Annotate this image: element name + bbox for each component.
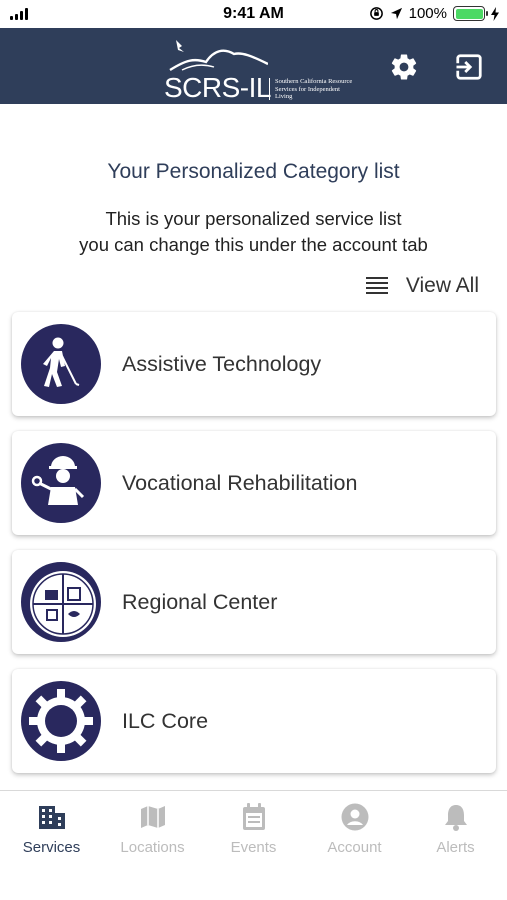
worker-with-wrench-icon — [21, 443, 101, 523]
status-bar: 9:41 AM 100% — [0, 0, 507, 28]
app-header: SCRS-IL Southern California Resource Ser… — [0, 28, 507, 104]
tab-label: Account — [327, 839, 382, 856]
view-all-button[interactable]: View All — [365, 274, 479, 298]
category-card-ilc-core[interactable]: ILC Core — [12, 669, 496, 773]
description-line-1: This is your personalized service list — [105, 208, 402, 229]
battery-icon — [453, 6, 488, 21]
tab-locations[interactable]: Locations — [102, 801, 203, 856]
page-title: Your Personalized Category list — [107, 160, 400, 183]
category-label: Vocational Rehabilitation — [122, 471, 358, 495]
mountain-bird-logo-icon — [169, 40, 268, 72]
charging-bolt-icon — [491, 6, 499, 21]
tab-label: Locations — [120, 839, 185, 856]
tab-account[interactable]: Account — [304, 801, 405, 856]
user-circle-icon — [341, 803, 368, 831]
scrs-il-logo: SCRS-IL Southern California Resource Ser… — [164, 36, 352, 103]
location-arrow-icon — [390, 7, 402, 20]
tab-services[interactable]: Services — [1, 801, 102, 856]
tab-label: Services — [22, 839, 81, 856]
category-label: ILC Core — [122, 709, 209, 733]
category-card-regional-center[interactable]: Regional Center — [12, 550, 496, 654]
tab-label: Alerts — [436, 839, 475, 856]
view-all-label: View All — [405, 274, 479, 297]
regional-center-seal-icon — [21, 562, 101, 642]
settings-button[interactable] — [387, 50, 421, 84]
map-icon — [140, 806, 165, 828]
page-description: This is your personalized service list y… — [0, 206, 507, 258]
category-label: Regional Center — [122, 590, 278, 614]
status-right: 100% — [369, 5, 499, 22]
description-line-2: you can change this under the account ta… — [79, 234, 428, 255]
gears-icon — [21, 681, 101, 761]
logo-text: SCRS-IL — [164, 72, 271, 103]
category-card-vocational-rehabilitation[interactable]: Vocational Rehabilitation — [12, 431, 496, 535]
logo-separator — [269, 78, 270, 100]
tab-events[interactable]: Events — [203, 801, 304, 856]
logo-subtitle: Southern California Resource Services fo… — [275, 78, 353, 100]
list-icon — [365, 277, 388, 294]
sign-out-icon — [455, 54, 482, 80]
bell-icon — [444, 805, 467, 831]
category-card-assistive-technology[interactable]: Assistive Technology — [12, 312, 496, 416]
bottom-tab-bar: Services Locations Events Account Alerts — [0, 790, 507, 900]
orientation-lock-icon — [369, 7, 383, 20]
tab-label: Events — [230, 839, 277, 856]
category-label: Assistive Technology — [122, 352, 322, 376]
gear-icon — [391, 54, 417, 80]
building-icon — [38, 806, 65, 829]
tab-alerts[interactable]: Alerts — [405, 801, 506, 856]
logout-button[interactable] — [452, 50, 486, 84]
person-with-cane-icon — [21, 324, 101, 404]
calendar-icon — [242, 803, 265, 830]
battery-percent: 100% — [408, 5, 447, 22]
